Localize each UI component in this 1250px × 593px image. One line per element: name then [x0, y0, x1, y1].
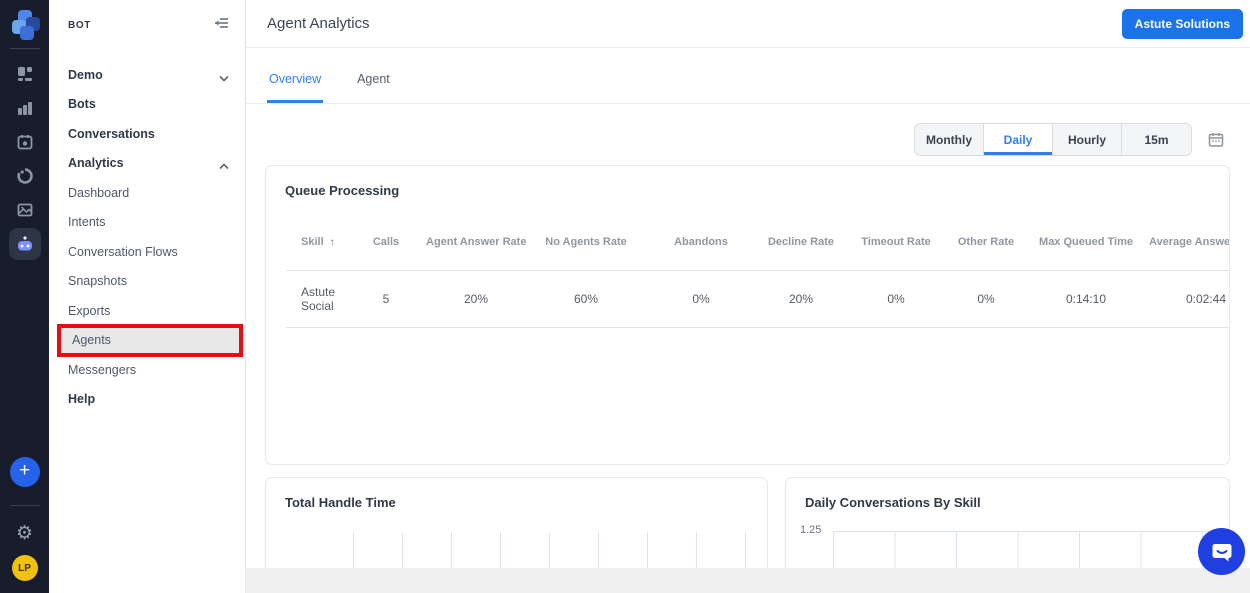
workspace-label: BOT — [68, 20, 91, 31]
add-button[interactable]: + — [10, 457, 40, 487]
chevron-up-icon — [219, 159, 229, 173]
page-title: Agent Analytics — [267, 15, 370, 32]
cell-calls: 5 — [346, 271, 426, 328]
sidebar-item-analytics[interactable]: Analytics — [49, 149, 245, 179]
sessions-ring-icon[interactable] — [9, 160, 41, 192]
tab-overview[interactable]: Overview — [267, 72, 323, 103]
cell-timeout-rate: 0% — [846, 271, 946, 328]
bar-chart-icon[interactable] — [9, 92, 41, 124]
bot-icon[interactable] — [9, 228, 41, 260]
y-axis-tick-label: 1.25 — [800, 524, 821, 536]
cell-average-answer-time: 0:02:44 — [1146, 271, 1229, 328]
cell-abandons: 0% — [646, 271, 756, 328]
column-header-timeout-rate[interactable]: Timeout Rate — [846, 222, 946, 271]
tab-agent[interactable]: Agent — [355, 72, 392, 103]
bottom-scroll-area — [246, 568, 1250, 593]
sidebar: BOT Demo Bots Conversations Analytics Da… — [49, 0, 246, 593]
tab-bar: Overview Agent — [246, 48, 1250, 104]
table-header-row: Skill↑ Calls Agent Answer Rate No Agents… — [286, 222, 1229, 271]
column-header-no-agents-rate[interactable]: No Agents Rate — [526, 222, 646, 271]
sidebar-item-messengers[interactable]: Messengers — [49, 355, 245, 385]
sidebar-item-help[interactable]: Help — [49, 385, 245, 415]
media-image-icon[interactable] — [9, 194, 41, 226]
cell-agent-answer-rate: 20% — [426, 271, 526, 328]
column-header-calls[interactable]: Calls — [346, 222, 426, 271]
sort-ascending-icon: ↑ — [330, 237, 335, 248]
settings-gear-icon[interactable]: ⚙ — [16, 522, 33, 545]
user-avatar[interactable]: LP — [12, 555, 38, 581]
sidebar-item-conversations[interactable]: Conversations — [49, 119, 245, 149]
logo-shape — [20, 26, 34, 40]
column-header-max-queued-time[interactable]: Max Queued Time — [1026, 222, 1146, 271]
time-range-group: Monthly Daily Hourly 15m — [914, 123, 1192, 156]
column-header-skill[interactable]: Skill↑ — [286, 222, 346, 271]
column-header-decline-rate[interactable]: Decline Rate — [756, 222, 846, 271]
sidebar-item-snapshots[interactable]: Snapshots — [49, 267, 245, 297]
cell-other-rate: 0% — [946, 271, 1026, 328]
sidebar-item-conversation-flows[interactable]: Conversation Flows — [49, 237, 245, 267]
sidebar-item-demo[interactable]: Demo — [49, 60, 245, 90]
sidebar-item-intents[interactable]: Intents — [49, 208, 245, 238]
sidebar-item-bots[interactable]: Bots — [49, 90, 245, 120]
column-header-agent-answer-rate[interactable]: Agent Answer Rate — [426, 222, 526, 271]
column-header-other-rate[interactable]: Other Rate — [946, 222, 1026, 271]
sidebar-item-dashboard[interactable]: Dashboard — [49, 178, 245, 208]
time-range-row: Monthly Daily Hourly 15m — [914, 123, 1224, 156]
queue-processing-card: Queue Processing Skill↑ Calls Agent Answ… — [265, 165, 1230, 465]
column-header-average-answer-time[interactable]: Average Answer Time — [1146, 222, 1229, 271]
icon-rail: + ⚙ LP — [0, 0, 49, 593]
collapse-sidebar-icon[interactable] — [214, 16, 229, 34]
range-hourly-button[interactable]: Hourly — [1053, 124, 1122, 155]
rail-divider — [10, 505, 40, 506]
queue-processing-title: Queue Processing — [266, 166, 1229, 198]
calendar-icon[interactable] — [9, 126, 41, 158]
table-row: Astute Social 5 20% 60% 0% 20% 0% 0% 0:1… — [286, 271, 1229, 328]
top-header: Agent Analytics Astute Solutions — [246, 0, 1250, 48]
sidebar-item-exports[interactable]: Exports — [49, 296, 245, 326]
cell-max-queued-time: 0:14:10 — [1026, 271, 1146, 328]
daily-conversations-title: Daily Conversations By Skill — [786, 478, 1229, 510]
range-daily-button[interactable]: Daily — [984, 124, 1053, 155]
app-logo[interactable] — [10, 10, 40, 40]
sidebar-item-agents[interactable]: Agents — [57, 324, 243, 357]
main-content: Agent Analytics Astute Solutions Overvie… — [246, 0, 1250, 593]
rail-divider — [10, 48, 40, 49]
date-picker-calendar-icon[interactable] — [1208, 132, 1224, 148]
cell-no-agents-rate: 60% — [526, 271, 646, 328]
astute-solutions-button[interactable]: Astute Solutions — [1122, 9, 1243, 39]
cell-decline-rate: 20% — [756, 271, 846, 328]
total-handle-time-title: Total Handle Time — [266, 478, 767, 510]
cell-skill: Astute Social — [286, 271, 346, 328]
range-15m-button[interactable]: 15m — [1122, 124, 1191, 155]
dashboard-grid-icon[interactable] — [9, 58, 41, 90]
queue-processing-table: Skill↑ Calls Agent Answer Rate No Agents… — [266, 222, 1229, 328]
chevron-down-icon — [219, 71, 229, 85]
column-header-abandons[interactable]: Abandons — [646, 222, 756, 271]
chat-widget-button[interactable] — [1198, 528, 1245, 575]
range-monthly-button[interactable]: Monthly — [915, 124, 984, 155]
